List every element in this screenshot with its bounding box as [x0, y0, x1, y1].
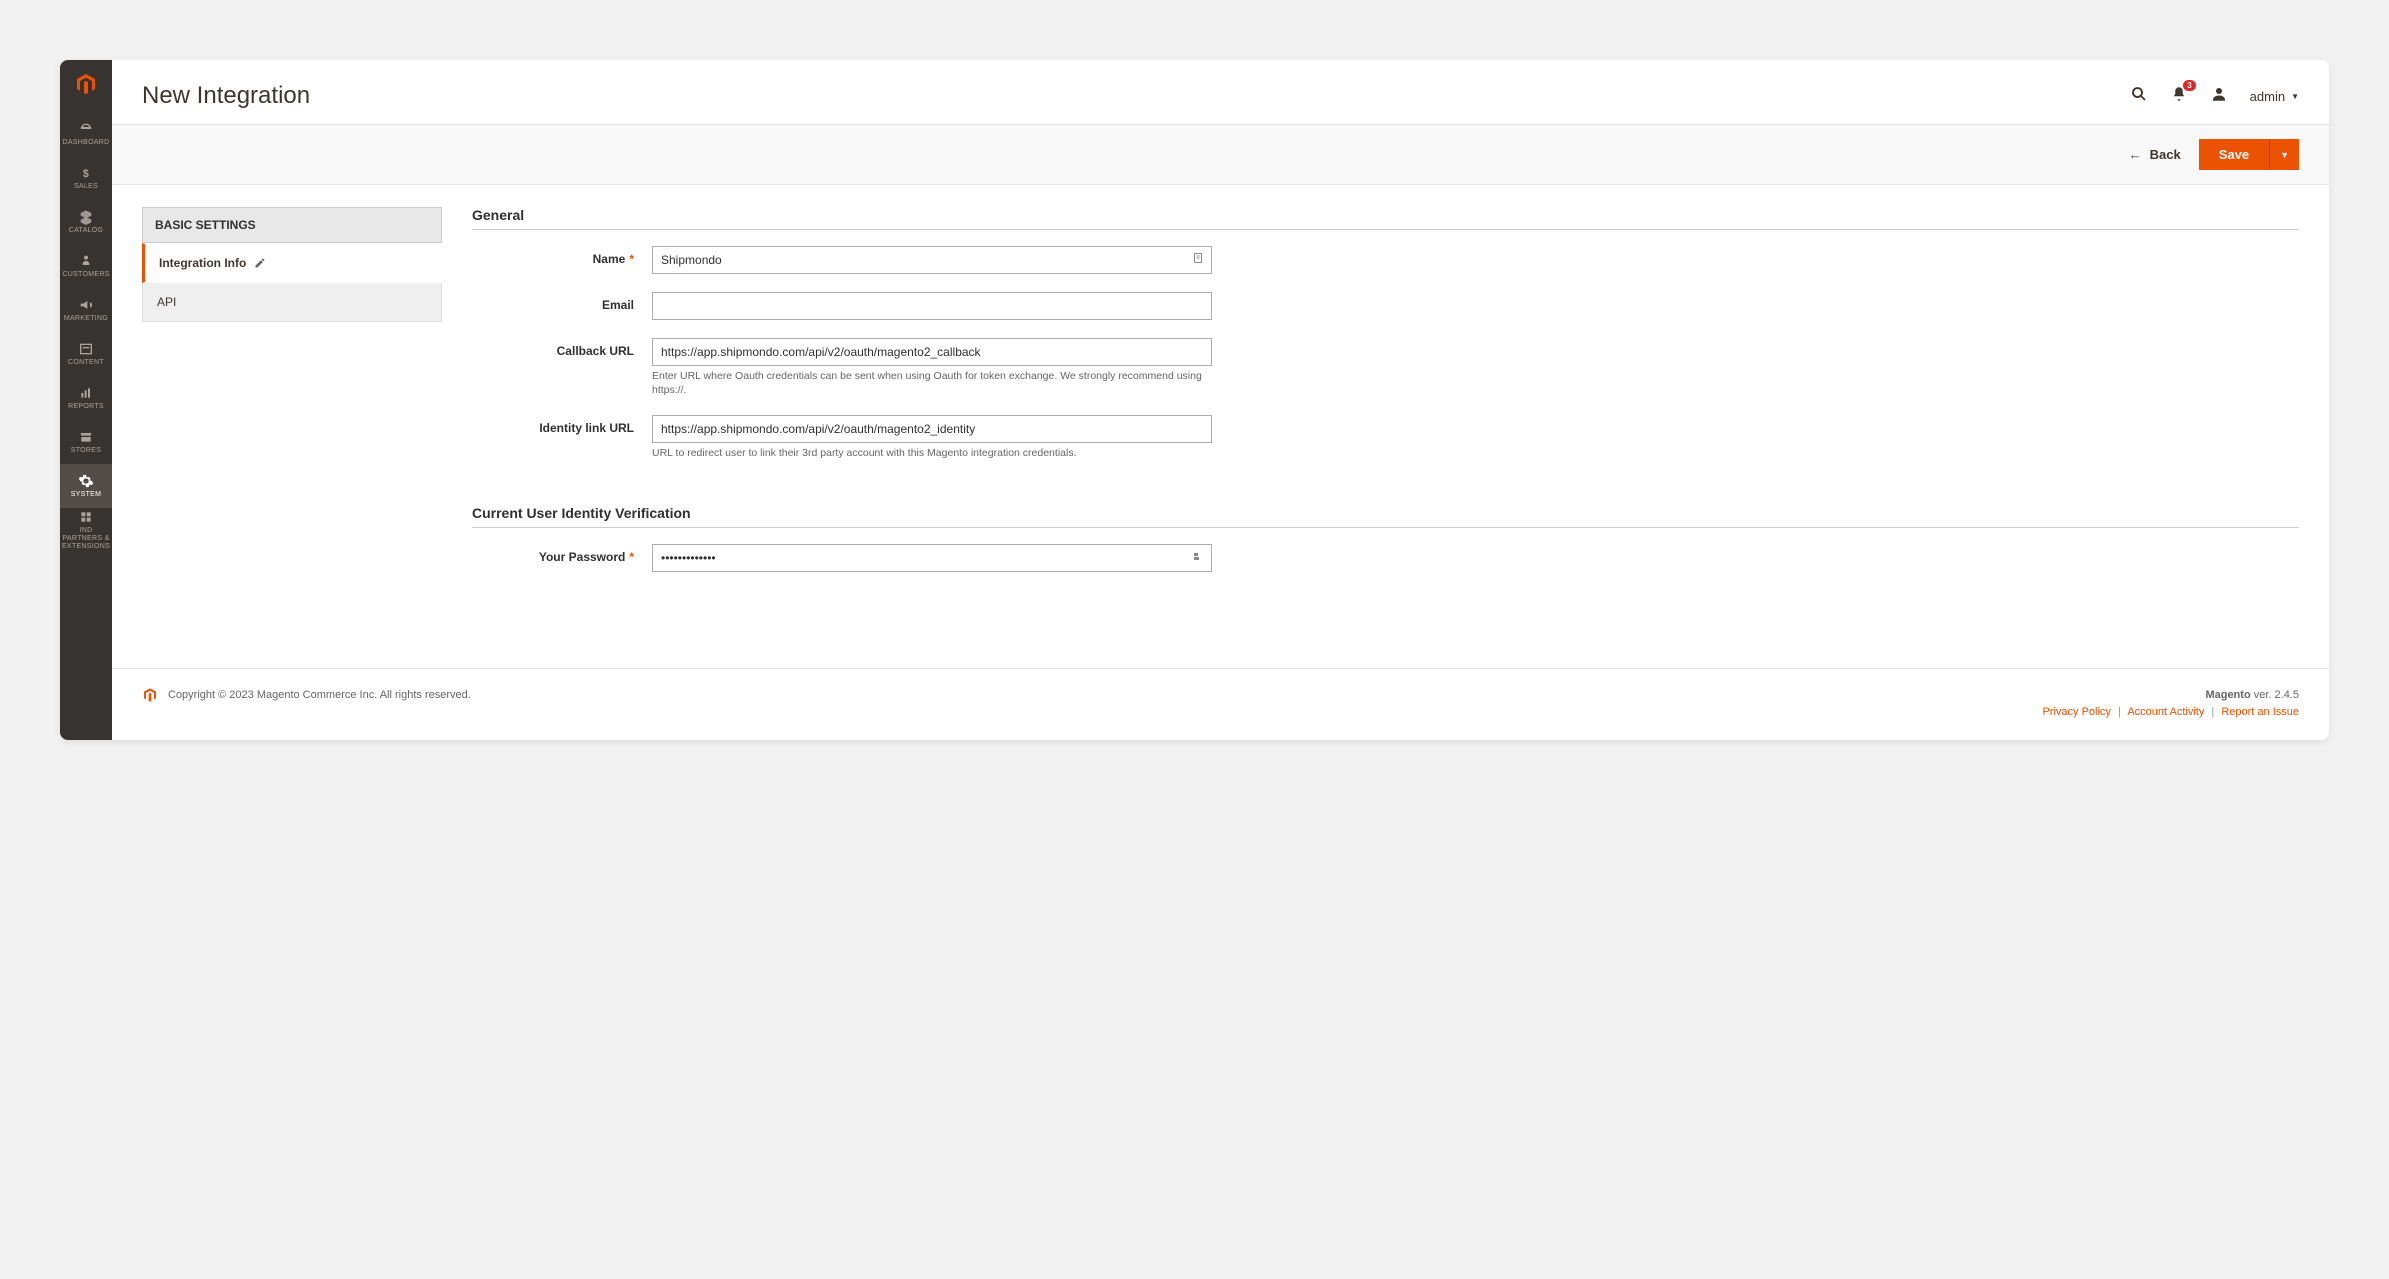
form-row-password: Your Password*: [472, 544, 2299, 572]
sidebar-item-sales[interactable]: $ SALES: [60, 156, 112, 200]
sidebar-item-system[interactable]: SYSTEM: [60, 464, 112, 508]
user-icon[interactable]: [2210, 85, 2228, 108]
admin-sidebar: DASHBOARD $ SALES CATALOG CUSTOMERS MARK…: [60, 60, 112, 740]
sidebar-label: CUSTOMERS: [62, 271, 109, 279]
callback-help: Enter URL where Oauth credentials can be…: [652, 370, 1212, 397]
identity-input[interactable]: [652, 415, 1212, 443]
sidebar-item-partners[interactable]: IND PARTNERS & EXTENSIONS: [60, 508, 112, 552]
page-title: New Integration: [142, 82, 310, 110]
back-label: Back: [2150, 147, 2181, 162]
form-column: General Name* Email: [472, 207, 2299, 628]
sidebar-label: SALES: [74, 183, 98, 191]
callback-input[interactable]: [652, 338, 1212, 366]
callback-label: Callback URL: [472, 338, 652, 358]
save-button-group: Save ▼: [2199, 139, 2299, 170]
pencil-icon: [254, 257, 266, 269]
save-dropdown-toggle[interactable]: ▼: [2269, 139, 2299, 170]
content-area: BASIC SETTINGS Integration Info API Gene…: [112, 185, 2329, 668]
tab-integration-info[interactable]: Integration Info: [142, 243, 442, 283]
action-bar: ← Back Save ▼: [112, 124, 2329, 185]
svg-text:$: $: [83, 168, 89, 180]
sidebar-item-customers[interactable]: CUSTOMERS: [60, 244, 112, 288]
form-row-callback: Callback URL Enter URL where Oauth crede…: [472, 338, 2299, 397]
copyright-text: Copyright © 2023 Magento Commerce Inc. A…: [168, 689, 471, 701]
privacy-policy-link[interactable]: Privacy Policy: [2042, 706, 2110, 718]
tab-label: API: [157, 295, 176, 309]
sidebar-label: MARKETING: [64, 315, 108, 323]
footer-right: Magento ver. 2.4.5 Privacy Policy | Acco…: [2042, 687, 2299, 722]
sidebar-label: REPORTS: [68, 403, 104, 411]
contact-card-icon: [1192, 251, 1204, 269]
page-footer: Copyright © 2023 Magento Commerce Inc. A…: [112, 668, 2329, 740]
notifications-icon[interactable]: 3: [2170, 85, 2188, 108]
password-input[interactable]: [652, 544, 1212, 572]
sidebar-item-reports[interactable]: REPORTS: [60, 376, 112, 420]
identity-label: Identity link URL: [472, 415, 652, 435]
sidebar-item-catalog[interactable]: CATALOG: [60, 200, 112, 244]
sidebar-label: IND PARTNERS & EXTENSIONS: [60, 527, 112, 550]
sidebar-label: STORES: [71, 447, 101, 455]
form-row-name: Name*: [472, 246, 2299, 274]
password-label: Your Password*: [472, 544, 652, 564]
section-verification-title: Current User Identity Verification: [472, 505, 2299, 528]
footer-brand: Magento: [2205, 689, 2250, 701]
tabs-heading: BASIC SETTINGS: [142, 207, 442, 243]
email-input[interactable]: [652, 292, 1212, 320]
sidebar-label: CONTENT: [68, 359, 104, 367]
form-row-identity: Identity link URL URL to redirect user t…: [472, 415, 2299, 461]
user-name: admin: [2250, 89, 2285, 104]
sidebar-item-dashboard[interactable]: DASHBOARD: [60, 112, 112, 156]
section-general-title: General: [472, 207, 2299, 230]
tab-api[interactable]: API: [142, 283, 442, 322]
search-icon[interactable]: [2130, 85, 2148, 108]
sidebar-item-marketing[interactable]: MARKETING: [60, 288, 112, 332]
name-label: Name*: [472, 246, 652, 266]
arrow-left-icon: ←: [2129, 147, 2142, 162]
main-area: New Integration 3 admin ▼: [112, 60, 2329, 740]
footer-version: ver. 2.4.5: [2254, 689, 2299, 701]
identity-help: URL to redirect user to link their 3rd p…: [652, 447, 1212, 461]
notification-badge: 3: [2183, 80, 2195, 92]
name-input[interactable]: [652, 246, 1212, 274]
sidebar-label: SYSTEM: [71, 491, 102, 499]
tab-label: Integration Info: [159, 256, 246, 270]
magento-footer-logo-icon: [142, 687, 158, 703]
footer-left: Copyright © 2023 Magento Commerce Inc. A…: [142, 687, 471, 703]
account-activity-link[interactable]: Account Activity: [2127, 706, 2204, 718]
email-label: Email: [472, 292, 652, 312]
settings-tabs: BASIC SETTINGS Integration Info API: [142, 207, 442, 628]
save-button[interactable]: Save: [2199, 139, 2269, 170]
report-issue-link[interactable]: Report an Issue: [2221, 706, 2299, 718]
header-actions: 3 admin ▼: [2130, 85, 2299, 108]
key-icon: [1192, 549, 1204, 567]
sidebar-label: DASHBOARD: [62, 139, 109, 147]
back-button[interactable]: ← Back: [2129, 147, 2181, 162]
form-row-email: Email: [472, 292, 2299, 320]
page-header: New Integration 3 admin ▼: [112, 60, 2329, 124]
chevron-down-icon: ▼: [2291, 92, 2299, 101]
sidebar-item-stores[interactable]: STORES: [60, 420, 112, 464]
sidebar-item-content[interactable]: CONTENT: [60, 332, 112, 376]
sidebar-label: CATALOG: [69, 227, 104, 235]
app-window: DASHBOARD $ SALES CATALOG CUSTOMERS MARK…: [60, 60, 2329, 740]
magento-logo-icon: [74, 72, 98, 96]
user-menu[interactable]: admin ▼: [2250, 89, 2299, 104]
